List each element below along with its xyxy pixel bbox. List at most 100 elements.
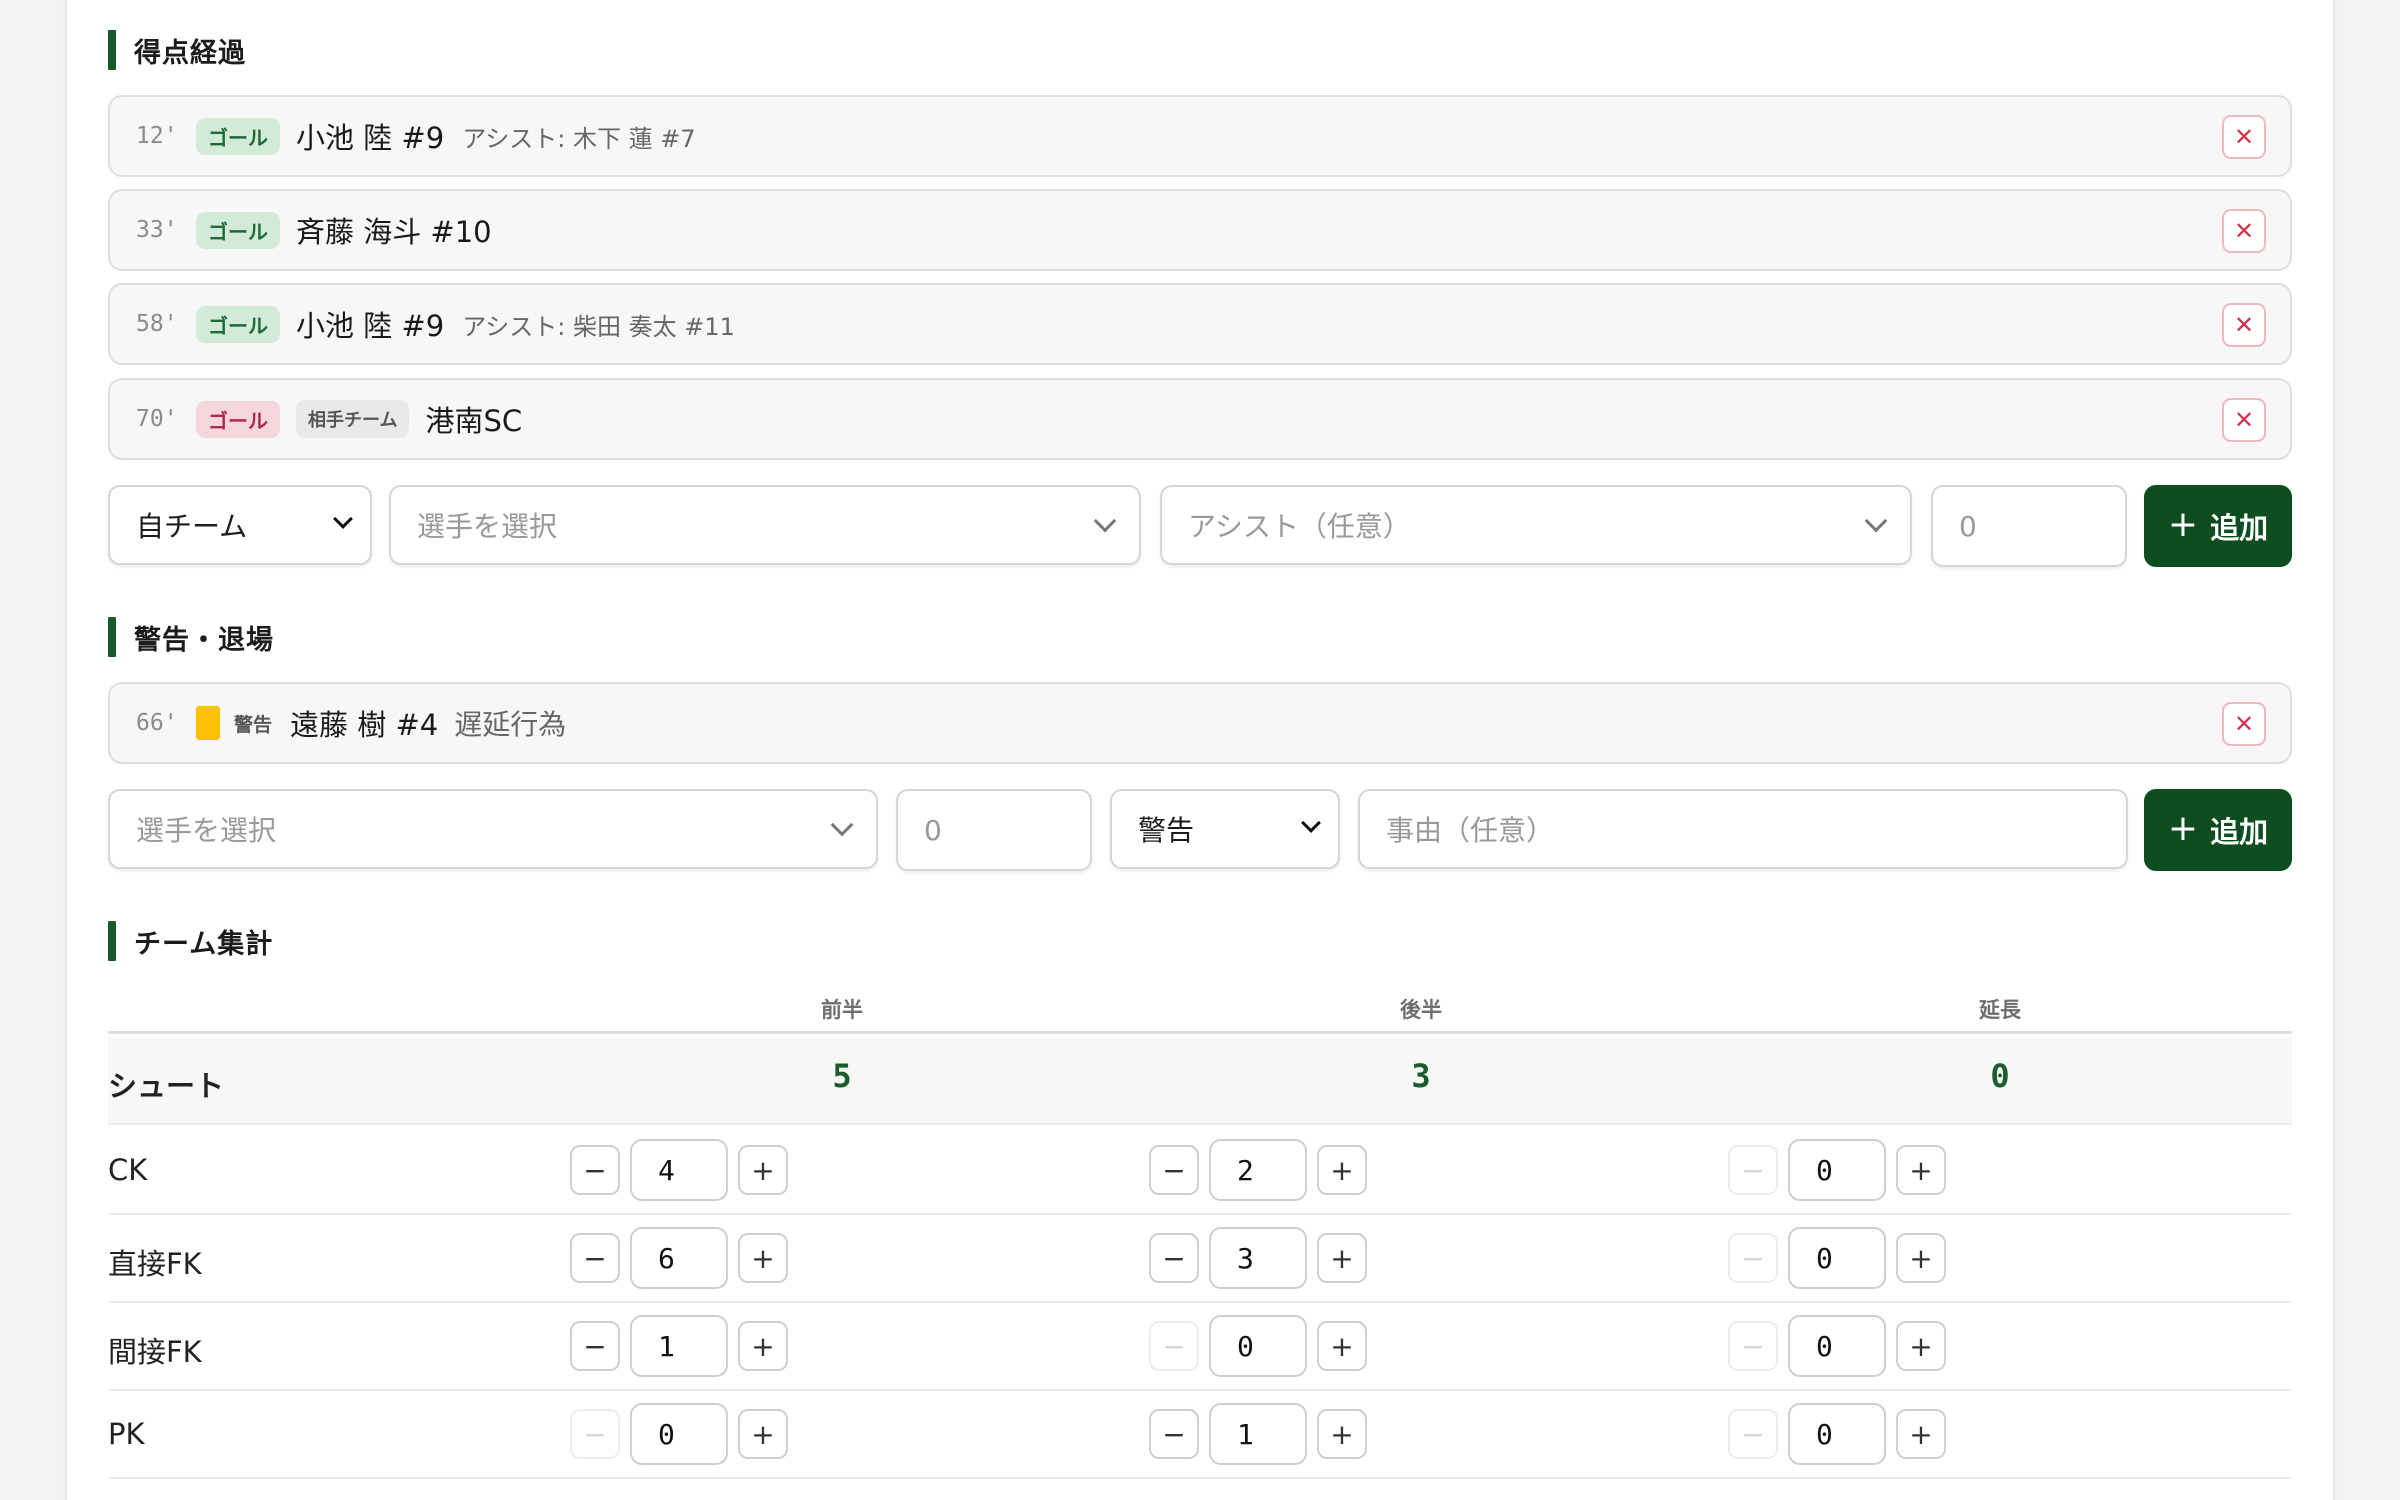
close-icon: ✕ — [2233, 406, 2255, 434]
plus-icon: + — [1330, 1153, 1354, 1187]
card-reason-input[interactable]: 事由（任意） — [1358, 789, 2128, 869]
stats-row-label: PK — [108, 1417, 145, 1451]
event-minute: 66' — [136, 710, 178, 736]
stats-row-shots: シュート 5 3 0 — [108, 1037, 2292, 1125]
plus-icon: + — [1330, 1417, 1354, 1451]
stepper-extra-time: − 0 + — [1728, 1315, 1946, 1377]
card-type-value: 警告 — [1138, 814, 1195, 847]
delete-goal-button[interactable]: ✕ — [2222, 398, 2266, 442]
stepper-value[interactable]: 6 — [630, 1227, 728, 1289]
stats-row-label: CK — [108, 1153, 148, 1187]
stepper-first-half: − 4 + — [570, 1139, 788, 1201]
delete-card-button[interactable]: ✕ — [2222, 702, 2266, 746]
stepper-extra-time: − 0 + — [1728, 1139, 1946, 1201]
stepper-first-half: − 6 + — [570, 1227, 788, 1289]
increment-button[interactable]: + — [1896, 1233, 1946, 1283]
goal-event-row: 70' ゴール 相手チーム 港南SC ✕ — [108, 378, 2292, 460]
assist-placeholder: アシスト（任意） — [1188, 510, 1411, 543]
goal-badge: ゴール — [196, 117, 280, 155]
increment-button[interactable]: + — [738, 1233, 788, 1283]
stepper-value[interactable]: 0 — [1788, 1139, 1886, 1201]
goal-event-row: 12' ゴール 小池 陸 #9 アシスト: 木下 蓮 #7 ✕ — [108, 95, 2292, 177]
stepper-extra-time: − 0 + — [1728, 1227, 1946, 1289]
delete-goal-button[interactable]: ✕ — [2222, 209, 2266, 253]
increment-button[interactable]: + — [1896, 1321, 1946, 1371]
card-minute-input[interactable]: 0 — [896, 789, 1092, 871]
assist-select[interactable]: アシスト（任意） — [1160, 485, 1912, 565]
plus-icon: + — [751, 1417, 775, 1451]
stepper-value[interactable]: 1 — [630, 1315, 728, 1377]
plus-icon: + — [2167, 807, 2199, 849]
decrement-button[interactable]: − — [570, 1321, 620, 1371]
column-header-second-half: 後半 — [1400, 998, 1442, 1022]
plus-icon: + — [751, 1329, 775, 1363]
stepper-value[interactable]: 0 — [1788, 1315, 1886, 1377]
plus-icon: + — [2167, 503, 2199, 545]
stepper-value[interactable]: 0 — [1209, 1315, 1307, 1377]
stepper-value[interactable]: 4 — [630, 1139, 728, 1201]
team-select[interactable]: 自チーム — [108, 485, 372, 565]
decrement-button[interactable]: − — [1149, 1409, 1199, 1459]
add-goal-button[interactable]: + 追加 — [2144, 485, 2292, 567]
card-type-select[interactable]: 警告 — [1110, 789, 1340, 869]
minus-icon: − — [1741, 1153, 1765, 1187]
stepper-second-half: − 2 + — [1149, 1139, 1367, 1201]
decrement-button[interactable]: − — [1728, 1409, 1778, 1459]
decrement-button[interactable]: − — [570, 1233, 620, 1283]
minus-icon: − — [1741, 1329, 1765, 1363]
minus-icon: − — [1162, 1241, 1186, 1275]
increment-button[interactable]: + — [1317, 1409, 1367, 1459]
increment-button[interactable]: + — [1317, 1233, 1367, 1283]
increment-button[interactable]: + — [738, 1409, 788, 1459]
shot-total-extra-time: 0 — [1990, 1057, 2010, 1095]
stepper-value[interactable]: 3 — [1209, 1227, 1307, 1289]
stepper-second-half: − 3 + — [1149, 1227, 1367, 1289]
chevron-down-icon — [1301, 813, 1321, 833]
card-player-placeholder: 選手を選択 — [136, 814, 277, 847]
goal-player-select[interactable]: 選手を選択 — [389, 485, 1141, 565]
stepper-value[interactable]: 0 — [630, 1403, 728, 1465]
decrement-button[interactable]: − — [1149, 1321, 1199, 1371]
increment-button[interactable]: + — [1317, 1321, 1367, 1371]
decrement-button[interactable]: − — [570, 1409, 620, 1459]
delete-goal-button[interactable]: ✕ — [2222, 303, 2266, 347]
decrement-button[interactable]: − — [1728, 1145, 1778, 1195]
stepper-value[interactable]: 1 — [1209, 1403, 1307, 1465]
minus-icon: − — [1162, 1329, 1186, 1363]
stepper-second-half: − 1 + — [1149, 1403, 1367, 1465]
shot-total-second-half: 3 — [1411, 1057, 1431, 1095]
card-player-select[interactable]: 選手を選択 — [108, 789, 878, 869]
decrement-button[interactable]: − — [1728, 1233, 1778, 1283]
increment-button[interactable]: + — [738, 1145, 788, 1195]
decrement-button[interactable]: − — [1728, 1321, 1778, 1371]
stepper-value[interactable]: 0 — [1788, 1227, 1886, 1289]
minus-icon: − — [583, 1329, 607, 1363]
plus-icon: + — [1909, 1153, 1933, 1187]
stepper-value[interactable]: 0 — [1788, 1403, 1886, 1465]
increment-button[interactable]: + — [1317, 1145, 1367, 1195]
plus-icon: + — [1909, 1241, 1933, 1275]
card-event-row: 66' 警告 遠藤 樹 #4 遅延行為 ✕ — [108, 682, 2292, 764]
decrement-button[interactable]: − — [1149, 1233, 1199, 1283]
goals-section-title: 得点経過 — [108, 30, 246, 70]
decrement-button[interactable]: − — [570, 1145, 620, 1195]
stats-row-label: 間接FK — [108, 1335, 202, 1369]
add-card-button[interactable]: + 追加 — [2144, 789, 2292, 871]
decrement-button[interactable]: − — [1149, 1145, 1199, 1195]
minus-icon: − — [1741, 1417, 1765, 1451]
card-type-label: 警告 — [234, 713, 273, 736]
plus-icon: + — [1909, 1329, 1933, 1363]
increment-button[interactable]: + — [738, 1321, 788, 1371]
minus-icon: − — [1162, 1153, 1186, 1187]
goal-badge: ゴール — [196, 305, 280, 343]
stepper-value[interactable]: 2 — [1209, 1139, 1307, 1201]
delete-goal-button[interactable]: ✕ — [2222, 115, 2266, 159]
event-minute: 70' — [136, 406, 178, 432]
close-icon: ✕ — [2233, 311, 2255, 339]
minus-icon: − — [583, 1153, 607, 1187]
close-icon: ✕ — [2233, 710, 2255, 738]
increment-button[interactable]: + — [1896, 1409, 1946, 1459]
goal-minute-placeholder: 0 — [1959, 509, 1977, 543]
goal-minute-input[interactable]: 0 — [1931, 485, 2127, 567]
increment-button[interactable]: + — [1896, 1145, 1946, 1195]
